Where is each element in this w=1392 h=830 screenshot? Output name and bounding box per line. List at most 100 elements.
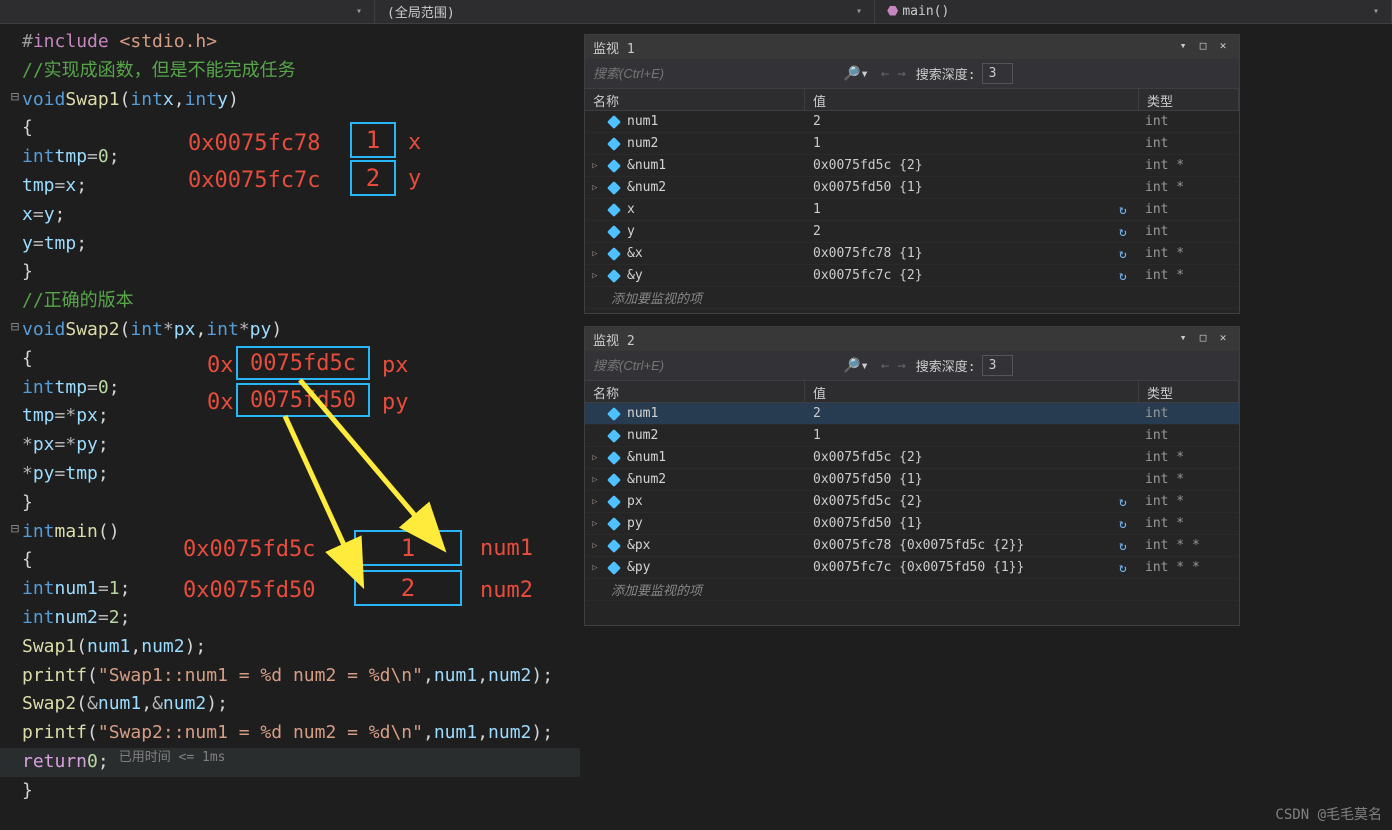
watch-row[interactable]: ▷&py0x0075fc7c {0x0075fd50 {1}}↻int * * [585, 557, 1239, 579]
watch-row[interactable]: ▷&num10x0075fd5c {2}int * [585, 447, 1239, 469]
watch-row[interactable]: num21int [585, 425, 1239, 447]
expand-icon[interactable]: ▷ [589, 249, 601, 259]
depth-select[interactable]: 3 [982, 63, 1014, 84]
watch-row[interactable]: y2↻int [585, 221, 1239, 243]
watch-row[interactable]: num21int [585, 133, 1239, 155]
var-value: 2 [813, 406, 821, 421]
watch-row[interactable]: ▷&num10x0075fd5c {2}int * [585, 155, 1239, 177]
variable-icon [607, 203, 621, 217]
function-label: main() [902, 4, 949, 19]
add-watch-item[interactable]: 添加要监视的项 [585, 579, 1239, 601]
header-type[interactable]: 类型 [1139, 381, 1239, 402]
header-value[interactable]: 值 [805, 89, 1139, 110]
header-name[interactable]: 名称 [585, 381, 805, 402]
expand-icon[interactable]: ▷ [589, 541, 601, 551]
var-value: 0x0075fd50 {1} [813, 516, 923, 531]
watch-row[interactable]: ▷&y0x0075fc7c {2}↻int * [585, 265, 1239, 287]
refresh-icon[interactable]: ↻ [1119, 539, 1133, 553]
expand-icon[interactable]: ▷ [589, 563, 601, 573]
maximize-icon[interactable]: □ [1195, 39, 1211, 55]
watch2-titlebar[interactable]: 监视 2 ▾ □ ✕ [585, 327, 1239, 351]
header-value[interactable]: 值 [805, 381, 1139, 402]
var-value: 0x0075fc78 {0x0075fd5c {2}} [813, 538, 1024, 553]
refresh-icon[interactable]: ↻ [1119, 561, 1133, 575]
scope-selector[interactable]: (全局范围) ▾ [375, 0, 875, 23]
maximize-icon[interactable]: □ [1195, 331, 1211, 347]
var-type: int [1139, 224, 1239, 239]
expand-icon[interactable]: ▷ [589, 497, 601, 507]
watch-row[interactable]: num12int [585, 403, 1239, 425]
close-icon[interactable]: ✕ [1215, 331, 1231, 347]
var-type: int [1139, 136, 1239, 151]
search-icon[interactable]: 🔎▾ [835, 66, 877, 82]
watch-row[interactable]: ▷&num20x0075fd50 {1}int * [585, 177, 1239, 199]
variable-icon [607, 407, 621, 421]
close-icon[interactable]: ✕ [1215, 39, 1231, 55]
nav-arrows[interactable]: ←→ [877, 358, 910, 374]
var-name: &px [627, 538, 650, 553]
watch-row[interactable]: ▷ &px 0x0075fc78 {0x0075fd5c {2}} ↻ int * * [585, 535, 1239, 557]
watch1-titlebar[interactable]: 监视 1 ▾ □ ✕ [585, 35, 1239, 59]
var-type: int * [1139, 158, 1239, 173]
watch-row[interactable]: ▷py0x0075fd50 {1}↻int * [585, 513, 1239, 535]
dropdown-icon[interactable]: ▾ [1175, 331, 1191, 347]
watch-row[interactable]: ▷px0x0075fd5c {2}↻int * [585, 491, 1239, 513]
watch-panel-2: 监视 2 ▾ □ ✕ 🔎▾ ←→ 搜索深度: 3 名称 值 类型 num12in… [584, 326, 1240, 626]
search-input[interactable] [585, 354, 835, 377]
depth-select[interactable]: 3 [982, 355, 1014, 376]
var-name: &num2 [627, 472, 666, 487]
scope-label: (全局范围) [387, 2, 455, 21]
var-name: num1 [627, 406, 658, 421]
watch-row[interactable]: x1↻int [585, 199, 1239, 221]
expand-icon[interactable]: ▷ [589, 453, 601, 463]
var-type: int * [1139, 246, 1239, 261]
variable-icon [607, 561, 621, 575]
watch2-rows: num1 2 intnum21int▷&num10x0075fd5c {2}int … [585, 403, 1239, 601]
chevron-down-icon: ▾ [856, 6, 862, 17]
search-input[interactable] [585, 62, 835, 85]
add-watch-item[interactable]: 添加要监视的项 [585, 287, 1239, 309]
variable-icon [607, 247, 621, 261]
watch-row[interactable]: ▷ &num2 0x0075fd50 {1} int * [585, 469, 1239, 491]
header-type[interactable]: 类型 [1139, 89, 1239, 110]
watch2-header: 名称 值 类型 [585, 381, 1239, 403]
expand-icon[interactable]: ▷ [589, 519, 601, 529]
refresh-icon[interactable]: ↻ [1119, 517, 1133, 531]
watch-row[interactable]: num12int [585, 111, 1239, 133]
var-type: int [1139, 114, 1239, 129]
var-value: 0x0075fc7c {2} [813, 268, 923, 283]
variable-icon [607, 495, 621, 509]
var-type: int * * [1139, 538, 1239, 553]
watch-row[interactable]: ▷&x0x0075fc78 {1}↻int * [585, 243, 1239, 265]
refresh-icon[interactable]: ↻ [1119, 225, 1133, 239]
var-type: int * [1139, 472, 1239, 487]
watch2-title: 监视 2 [593, 330, 1175, 349]
function-selector[interactable]: ⬣ main() ▾ [875, 0, 1392, 23]
refresh-icon[interactable]: ↻ [1119, 269, 1133, 283]
header-name[interactable]: 名称 [585, 89, 805, 110]
var-type: int [1139, 428, 1239, 443]
expand-icon[interactable]: ▷ [589, 475, 601, 485]
nav-arrows[interactable]: ←→ [877, 66, 910, 82]
dropdown-icon[interactable]: ▾ [1175, 39, 1191, 55]
variable-icon [607, 451, 621, 465]
var-type: int * [1139, 450, 1239, 465]
expand-icon[interactable]: ▷ [589, 183, 601, 193]
refresh-icon[interactable]: ↻ [1119, 247, 1133, 261]
var-value: 0x0075fd50 {1} [813, 472, 923, 487]
expand-icon[interactable]: ▷ [589, 161, 601, 171]
variable-icon [607, 429, 621, 443]
toolbar-left[interactable]: ▾ [0, 0, 375, 23]
code-editor[interactable]: #include <stdio.h> //实现成函数，但是不能完成任务 ⊟voi… [0, 24, 580, 830]
refresh-icon[interactable]: ↻ [1119, 495, 1133, 509]
var-value: 2 [813, 224, 821, 239]
expand-icon[interactable]: ▷ [589, 271, 601, 281]
var-value: 0x0075fd50 {1} [813, 180, 923, 195]
var-type: int * [1139, 268, 1239, 283]
var-name: &num1 [627, 158, 666, 173]
var-value: 1 [813, 136, 821, 151]
var-value: 2 [813, 114, 821, 129]
refresh-icon[interactable]: ↻ [1119, 203, 1133, 217]
var-name: px [627, 494, 643, 509]
search-icon[interactable]: 🔎▾ [835, 358, 877, 374]
